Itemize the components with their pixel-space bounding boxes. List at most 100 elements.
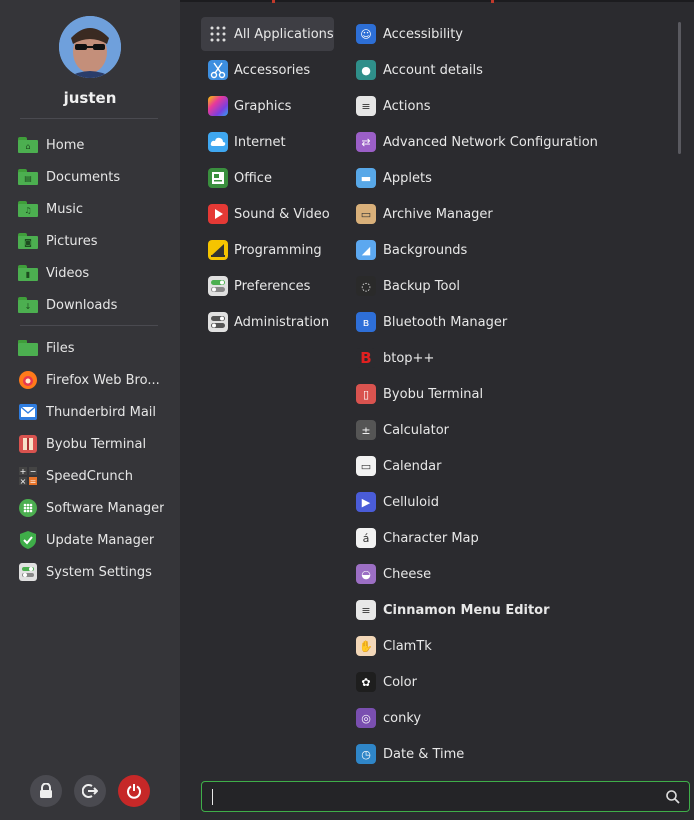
byobu-terminal-icon: ▯ bbox=[356, 384, 376, 404]
lock-icon bbox=[40, 783, 52, 798]
category-office[interactable]: Office bbox=[201, 161, 334, 195]
app-item-account-details[interactable]: ● Account details bbox=[356, 58, 676, 82]
actions-icon: ≡ bbox=[356, 96, 376, 116]
pinned-app-thunderbird-mail[interactable]: Thunderbird Mail bbox=[18, 400, 168, 424]
app-item-label: Actions bbox=[383, 98, 431, 114]
search-input[interactable] bbox=[210, 787, 654, 809]
home-folder-icon: ⌂ bbox=[18, 135, 38, 155]
speedcrunch-icon: + − × = bbox=[18, 466, 38, 486]
category-label: Graphics bbox=[234, 98, 292, 114]
app-item-actions[interactable]: ≡ Actions bbox=[356, 94, 676, 118]
search-box[interactable] bbox=[201, 781, 690, 812]
app-item-label: btop++ bbox=[383, 350, 435, 366]
scrollbar[interactable] bbox=[678, 22, 681, 154]
category-label: Accessories bbox=[234, 62, 311, 78]
sidebar-item-downloads[interactable]: ↓ Downloads bbox=[18, 293, 168, 317]
svg-text:×: × bbox=[20, 477, 27, 486]
pinned-app-label: Firefox Web Bro... bbox=[46, 372, 160, 388]
clock-icon: ◷ bbox=[356, 744, 376, 764]
app-item-btop[interactable]: Bbtop++ bbox=[356, 346, 676, 370]
update-manager-icon bbox=[18, 530, 38, 550]
app-item-cheese[interactable]: ◒ Cheese bbox=[356, 562, 676, 586]
app-item-character-map[interactable]: á Character Map bbox=[356, 526, 676, 550]
pinned-app-files[interactable]: Files bbox=[18, 336, 168, 360]
office-icon bbox=[208, 168, 228, 188]
software-manager-icon bbox=[18, 498, 38, 518]
avatar[interactable] bbox=[59, 16, 121, 78]
app-item-calculator[interactable]: ± Calculator bbox=[356, 418, 676, 442]
pinned-app-label: System Settings bbox=[46, 564, 152, 580]
app-item-advanced-network-configuration[interactable]: ⇄ Advanced Network Configuration bbox=[356, 130, 676, 154]
pinned-app-firefox-web-bro[interactable]: Firefox Web Bro... bbox=[18, 368, 168, 392]
category-preferences[interactable]: Preferences bbox=[201, 269, 334, 303]
system-settings-icon bbox=[18, 562, 38, 582]
app-item-cinnamon-menu-editor[interactable]: ≡ Cinnamon Menu Editor bbox=[356, 598, 676, 622]
accessibility-icon: ☺ bbox=[356, 24, 376, 44]
sidebar-item-documents[interactable]: ▤ Documents bbox=[18, 165, 168, 189]
backgrounds-icon: ◢ bbox=[356, 240, 376, 260]
app-item-byobu-terminal[interactable]: ▯ Byobu Terminal bbox=[356, 382, 676, 406]
app-item-label: Applets bbox=[383, 170, 432, 186]
category-administration[interactable]: Administration bbox=[201, 305, 334, 339]
palette-icon bbox=[208, 96, 228, 116]
app-item-color[interactable]: ✿ Color bbox=[356, 670, 676, 694]
app-item-date-time[interactable]: ◷ Date & Time bbox=[356, 742, 676, 766]
panel-indicator bbox=[491, 0, 494, 3]
app-item-celluloid[interactable]: ▶ Celluloid bbox=[356, 490, 676, 514]
app-item-applets[interactable]: ▬ Applets bbox=[356, 166, 676, 190]
sidebar: justen ⌂ Home ▤ Documents ♫ Music ◙ Pictures ▮ Vi… bbox=[0, 0, 180, 820]
pinned-app-byobu-terminal[interactable]: Byobu Terminal bbox=[18, 432, 168, 456]
avatar-image bbox=[59, 16, 121, 78]
sidebar-item-music[interactable]: ♫ Music bbox=[18, 197, 168, 221]
sidebar-item-home[interactable]: ⌂ Home bbox=[18, 133, 168, 157]
pinned-app-label: Byobu Terminal bbox=[46, 436, 147, 452]
pinned-app-label: SpeedCrunch bbox=[46, 468, 134, 484]
sidebar-item-label: Music bbox=[46, 201, 83, 217]
lock-screen-button[interactable] bbox=[30, 775, 62, 807]
category-label: Preferences bbox=[234, 278, 311, 294]
character-map-icon: á bbox=[356, 528, 376, 548]
documents-folder-icon: ▤ bbox=[18, 167, 38, 187]
app-item-label: Archive Manager bbox=[383, 206, 493, 222]
pinned-app-software-manager[interactable]: Software Manager bbox=[18, 496, 168, 520]
svg-text:+: + bbox=[20, 467, 27, 476]
app-item-clamtk[interactable]: ✋ ClamTk bbox=[356, 634, 676, 658]
celluloid-icon: ▶ bbox=[356, 492, 376, 512]
app-item-bluetooth-manager[interactable]: ʙ Bluetooth Manager bbox=[356, 310, 676, 334]
clamtk-icon: ✋ bbox=[356, 636, 376, 656]
app-item-label: Celluloid bbox=[383, 494, 439, 510]
logout-icon bbox=[82, 784, 98, 798]
shutdown-button[interactable] bbox=[118, 775, 150, 807]
sidebar-item-videos[interactable]: ▮ Videos bbox=[18, 261, 168, 285]
sidebar-item-label: Pictures bbox=[46, 233, 98, 249]
category-internet[interactable]: Internet bbox=[201, 125, 334, 159]
programming-icon bbox=[208, 240, 228, 260]
pinned-app-speedcrunch[interactable]: + − × = SpeedCrunch bbox=[18, 464, 168, 488]
svg-text:=: = bbox=[30, 477, 37, 486]
sidebar-item-pictures[interactable]: ◙ Pictures bbox=[18, 229, 168, 253]
app-item-backup-tool[interactable]: ◌ Backup Tool bbox=[356, 274, 676, 298]
app-item-label: ClamTk bbox=[383, 638, 432, 654]
logout-button[interactable] bbox=[74, 775, 106, 807]
app-item-calendar[interactable]: ▭ Calendar bbox=[356, 454, 676, 478]
toggles-icon bbox=[208, 276, 228, 296]
category-all-applications[interactable]: All Applications bbox=[201, 17, 334, 51]
cloud-icon bbox=[208, 132, 228, 152]
pictures-folder-icon: ◙ bbox=[18, 231, 38, 251]
sidebar-item-label: Downloads bbox=[46, 297, 118, 313]
app-item-archive-manager[interactable]: ▭ Archive Manager bbox=[356, 202, 676, 226]
thunderbird-icon bbox=[18, 402, 38, 422]
category-accessories[interactable]: Accessories bbox=[201, 53, 334, 87]
category-graphics[interactable]: Graphics bbox=[201, 89, 334, 123]
downloads-folder-icon: ↓ bbox=[18, 295, 38, 315]
pinned-app-update-manager[interactable]: Update Manager bbox=[18, 528, 168, 552]
pinned-app-system-settings[interactable]: System Settings bbox=[18, 560, 168, 584]
app-item-backgrounds[interactable]: ◢ Backgrounds bbox=[356, 238, 676, 262]
category-label: Sound & Video bbox=[234, 206, 330, 222]
app-item-accessibility[interactable]: ☺ Accessibility bbox=[356, 22, 676, 46]
pinned-app-label: Thunderbird Mail bbox=[46, 404, 157, 420]
panel-indicator bbox=[272, 0, 275, 3]
category-sound-video[interactable]: Sound & Video bbox=[201, 197, 334, 231]
category-programming[interactable]: Programming bbox=[201, 233, 334, 267]
app-item-conky[interactable]: ◎ conky bbox=[356, 706, 676, 730]
